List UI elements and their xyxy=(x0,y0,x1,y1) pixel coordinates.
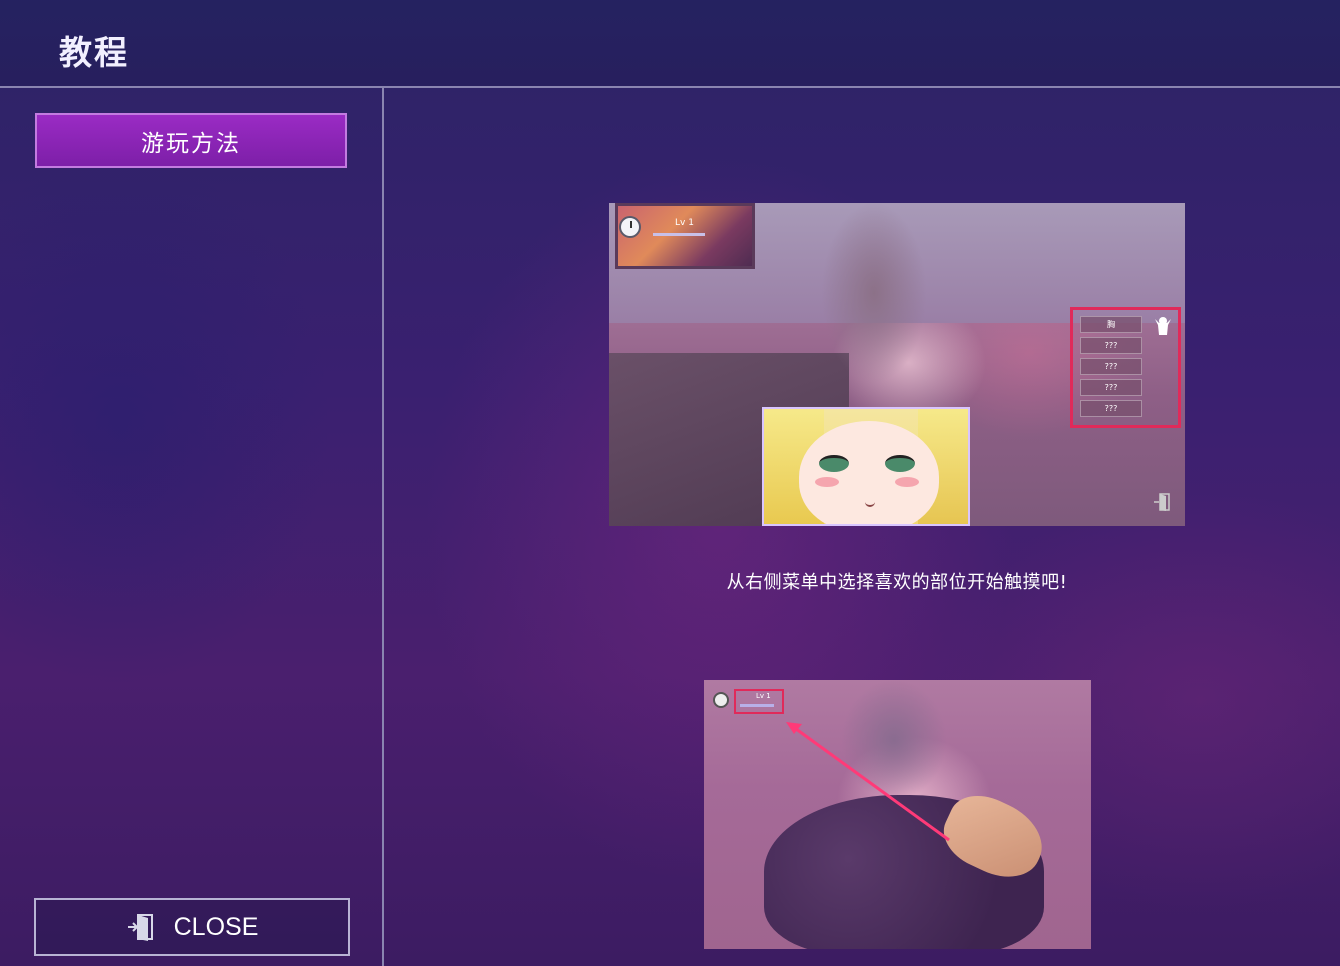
exit-door-icon xyxy=(1154,493,1170,511)
tab-how-to-play[interactable]: 游玩方法 xyxy=(35,113,347,168)
menu-item: ??? xyxy=(1080,379,1142,396)
clock-icon xyxy=(619,216,641,238)
menu-item: ??? xyxy=(1080,337,1142,354)
arrow-icon xyxy=(786,722,950,842)
exit-door-icon xyxy=(126,913,156,941)
tutorial-content: Lv 1 胸 ??? ??? ??? ??? 从右侧菜单中选择喜欢的部位开始触摸… xyxy=(384,88,1340,966)
sidebar: 游玩方法 CLOSE xyxy=(0,88,384,966)
menu-item: 胸 xyxy=(1080,316,1142,333)
level-label: Lv 1 xyxy=(675,218,694,228)
tutorial-screenshot-menu: Lv 1 胸 ??? ??? ??? ??? xyxy=(609,203,1185,526)
tutorial-caption: 从右侧菜单中选择喜欢的部位开始触摸吧! xyxy=(726,572,1068,593)
character-figure xyxy=(799,203,949,433)
page-title: 教程 xyxy=(59,33,129,72)
body-select-icon xyxy=(1155,317,1171,335)
menu-item: ??? xyxy=(1080,358,1142,375)
header-bar: 教程 xyxy=(0,0,1340,88)
level-bar xyxy=(653,233,705,236)
close-button-label: CLOSE xyxy=(173,912,259,941)
character-portrait xyxy=(762,407,970,526)
close-button[interactable]: CLOSE xyxy=(34,898,350,956)
tutorial-screenshot-touch: Lv 1 xyxy=(704,680,1091,949)
menu-item: ??? xyxy=(1080,400,1142,417)
